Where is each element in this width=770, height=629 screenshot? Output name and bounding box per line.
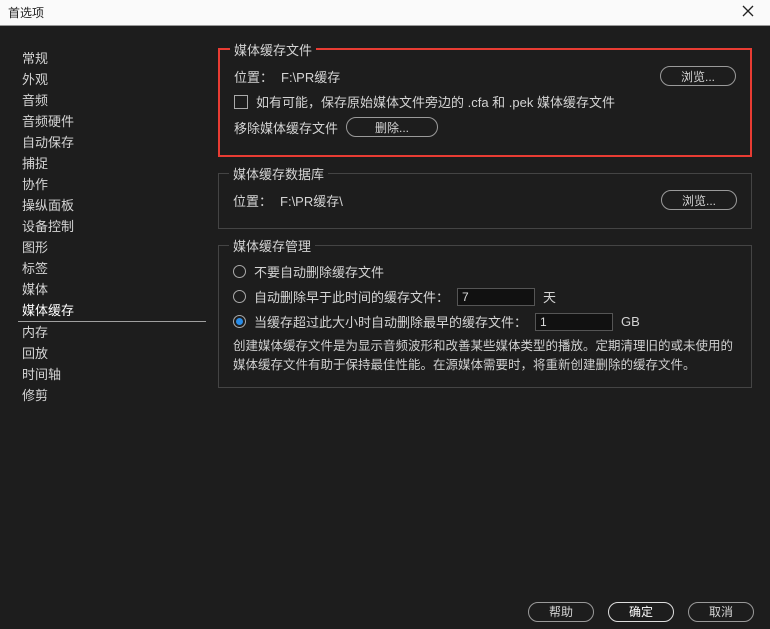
- description-text: 创建媒体缓存文件是为显示音频波形和改善某些媒体类型的播放。定期清理旧的或未使用的…: [233, 337, 737, 375]
- sidebar-item[interactable]: 标签: [18, 258, 218, 279]
- sidebar-item[interactable]: 回放: [18, 343, 218, 364]
- sidebar-item[interactable]: 时间轴: [18, 364, 218, 385]
- footer: 帮助 确定 取消: [0, 594, 770, 629]
- sidebar-item[interactable]: 内存: [18, 322, 218, 343]
- delete-button[interactable]: 删除...: [346, 117, 438, 137]
- unit-label: GB: [621, 314, 640, 329]
- sidebar: 常规外观音频音频硬件自动保存捕捉协作操纵面板设备控制图形标签媒体媒体缓存内存回放…: [0, 26, 218, 594]
- location-label: 位置：: [233, 191, 272, 210]
- sidebar-item[interactable]: 协作: [18, 174, 218, 195]
- sidebar-item[interactable]: 音频硬件: [18, 111, 218, 132]
- group-title: 媒体缓存数据库: [229, 164, 328, 183]
- ok-button[interactable]: 确定: [608, 602, 674, 622]
- radio-label: 自动删除早于此时间的缓存文件：: [254, 287, 449, 306]
- sidebar-item[interactable]: 音频: [18, 90, 218, 111]
- radio-label: 当缓存超过此大小时自动删除最早的缓存文件：: [254, 312, 527, 331]
- cancel-button[interactable]: 取消: [688, 602, 754, 622]
- sidebar-item[interactable]: 外观: [18, 69, 218, 90]
- sidebar-item[interactable]: 图形: [18, 237, 218, 258]
- size-input[interactable]: [535, 313, 613, 331]
- close-icon[interactable]: [734, 5, 762, 20]
- group-cache-files: 媒体缓存文件 位置： F:\PR缓存 浏览... 如有可能，保存原始媒体文件旁边…: [218, 48, 752, 157]
- group-cache-mgmt: 媒体缓存管理 不要自动删除缓存文件 自动删除早于此时间的缓存文件： 天 当缓存超…: [218, 245, 752, 388]
- sidebar-item[interactable]: 设备控制: [18, 216, 218, 237]
- group-cache-db: 媒体缓存数据库 位置： F:\PR缓存\ 浏览...: [218, 173, 752, 229]
- location-value: F:\PR缓存\: [280, 191, 343, 210]
- group-title: 媒体缓存管理: [229, 236, 315, 255]
- browse-button-db[interactable]: 浏览...: [661, 190, 737, 210]
- remove-label: 移除媒体缓存文件: [234, 118, 338, 137]
- sidebar-item[interactable]: 操纵面板: [18, 195, 218, 216]
- window-title: 首选项: [8, 4, 44, 21]
- sidebar-item[interactable]: 常规: [18, 48, 218, 69]
- browse-button[interactable]: 浏览...: [660, 66, 736, 86]
- unit-label: 天: [543, 287, 556, 306]
- sidebar-item[interactable]: 捕捉: [18, 153, 218, 174]
- sidebar-item[interactable]: 自动保存: [18, 132, 218, 153]
- help-button[interactable]: 帮助: [528, 602, 594, 622]
- radio-no-delete[interactable]: [233, 265, 246, 278]
- radio-size-exceeds[interactable]: [233, 315, 246, 328]
- radio-older-than[interactable]: [233, 290, 246, 303]
- location-label: 位置：: [234, 67, 273, 86]
- radio-label: 不要自动删除缓存文件: [254, 262, 384, 281]
- group-title: 媒体缓存文件: [230, 40, 316, 59]
- save-beside-media-checkbox[interactable]: [234, 95, 248, 109]
- sidebar-item[interactable]: 修剪: [18, 385, 218, 406]
- titlebar: 首选项: [0, 0, 770, 26]
- location-value: F:\PR缓存: [281, 67, 340, 86]
- days-input[interactable]: [457, 288, 535, 306]
- sidebar-item[interactable]: 媒体: [18, 279, 218, 300]
- sidebar-item[interactable]: 媒体缓存: [18, 300, 206, 322]
- checkbox-label: 如有可能，保存原始媒体文件旁边的 .cfa 和 .pek 媒体缓存文件: [256, 92, 615, 111]
